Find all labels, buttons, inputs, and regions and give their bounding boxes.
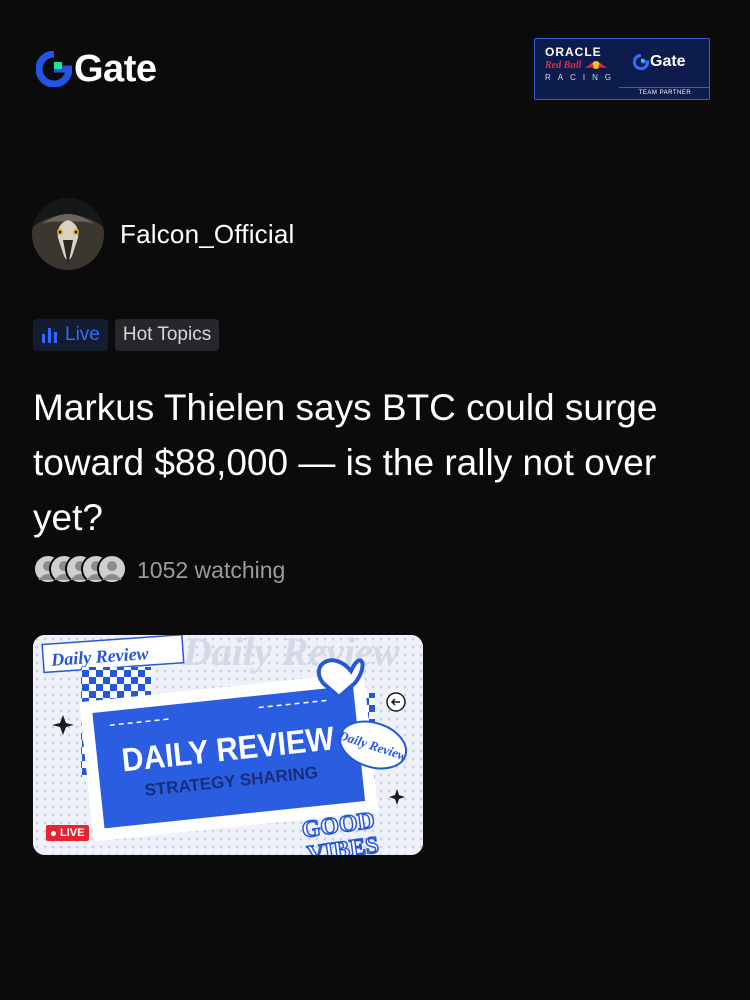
bg-watermark-text: Daily Review: [182, 635, 400, 674]
post-page: Gate ORACLE Red Bull RACING Gate TEAM PA…: [0, 0, 750, 1000]
gate-logo-text: Gate: [74, 48, 157, 90]
thumbnail-art: Daily Review Daily Review DAILY REVIEW S…: [33, 635, 423, 855]
tag-row: Live Hot Topics: [33, 319, 220, 351]
gate-logo-small-icon: [633, 54, 649, 70]
watching-row: 1052 watching: [33, 554, 285, 586]
hot-topics-label: Hot Topics: [122, 324, 212, 345]
partner-oracle: ORACLE: [545, 45, 602, 59]
partner-racing: RACING: [545, 73, 619, 82]
redbull-bulls-icon: [585, 61, 608, 69]
live-badge-label: LIVE: [60, 827, 85, 839]
post-title: Markus Thielen says BTC could surge towa…: [33, 387, 658, 538]
live-bars-icon: [42, 328, 57, 343]
partner-gate: Gate: [633, 53, 686, 71]
viewer-avatar-icon: [97, 554, 127, 584]
author-name[interactable]: Falcon_Official: [120, 219, 295, 250]
watching-count: 1052 watching: [137, 556, 286, 583]
gate-logo[interactable]: Gate: [36, 48, 157, 90]
partner-team-label: TEAM PARTNER: [619, 87, 709, 99]
gate-logo-icon: [36, 51, 72, 87]
live-tag[interactable]: Live: [33, 319, 108, 351]
author-row[interactable]: Falcon_Official: [32, 198, 295, 270]
live-dot-icon: [51, 830, 56, 836]
viewer-avatars: [33, 554, 129, 586]
falcon-avatar-icon: [32, 198, 104, 270]
hot-topics-tag[interactable]: Hot Topics: [114, 319, 220, 351]
oracle-redbull-partner-badge: ORACLE Red Bull RACING Gate TEAM PARTNER: [534, 38, 710, 100]
live-stream-thumbnail[interactable]: Daily Review Daily Review DAILY REVIEW S…: [33, 635, 423, 855]
live-tag-label: Live: [65, 324, 100, 345]
live-badge: LIVE: [46, 825, 90, 841]
avatar[interactable]: [32, 198, 104, 270]
partner-redbull: Red Bull: [545, 59, 609, 71]
